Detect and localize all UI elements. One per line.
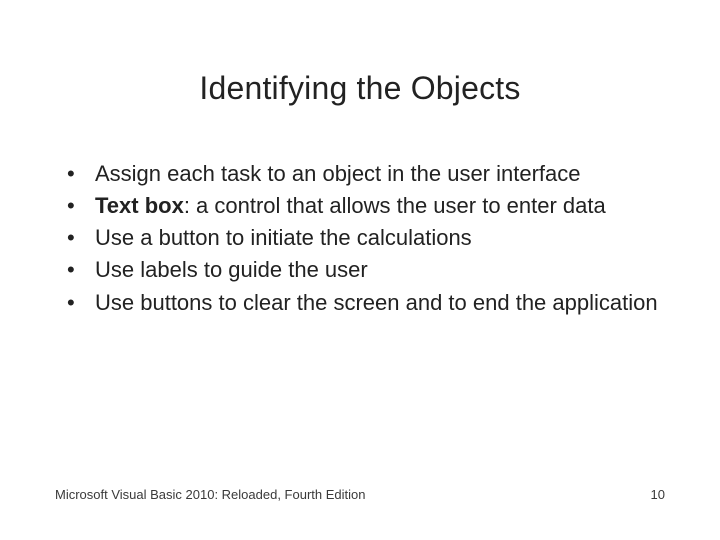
slide: Identifying the Objects Assign each task… <box>0 0 720 540</box>
bullet-item: Text box: a control that allows the user… <box>55 192 665 220</box>
bullet-text: : a control that allows the user to ente… <box>184 193 606 218</box>
bullet-item: Assign each task to an object in the use… <box>55 160 665 188</box>
term-text-box: Text box <box>95 193 184 218</box>
slide-body: Assign each task to an object in the use… <box>55 160 665 321</box>
bullet-item: Use a button to initiate the calculation… <box>55 224 665 252</box>
slide-title: Identifying the Objects <box>0 70 720 107</box>
bullet-list: Assign each task to an object in the use… <box>55 160 665 317</box>
footer-source: Microsoft Visual Basic 2010: Reloaded, F… <box>55 487 365 502</box>
page-number: 10 <box>651 487 665 502</box>
bullet-item: Use buttons to clear the screen and to e… <box>55 289 665 317</box>
bullet-item: Use labels to guide the user <box>55 256 665 284</box>
